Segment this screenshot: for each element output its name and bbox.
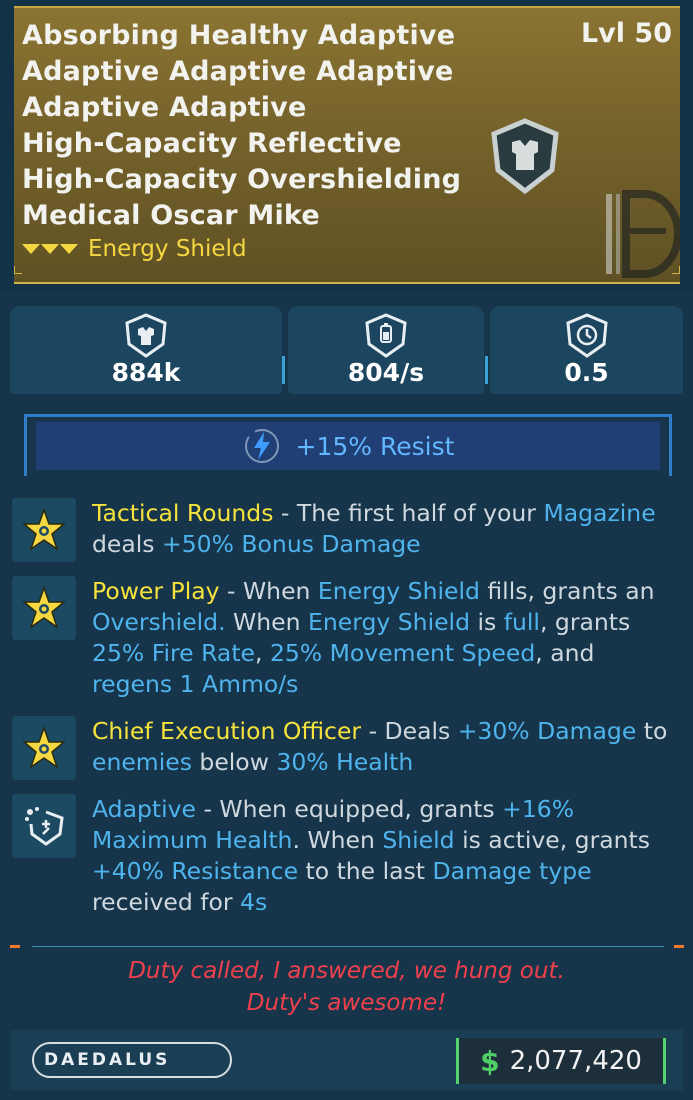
perk-keyword: +50% Bonus Damage: [162, 530, 421, 558]
item-name: Absorbing Healthy Adaptive Adaptive Adap…: [22, 18, 462, 234]
perk-description: Adaptive - When equipped, grants +16% Ma…: [92, 794, 682, 918]
perk-title: Adaptive: [92, 795, 197, 823]
stat-divider: [485, 356, 488, 384]
perk-keyword: 30% Health: [276, 748, 414, 776]
perk-text-segment: received for: [92, 888, 241, 916]
perk-text-segment: below: [191, 748, 277, 776]
stat-divider: [282, 356, 285, 384]
perk-title: Tactical Rounds: [92, 499, 274, 527]
perk-icon-frame: [12, 576, 76, 640]
perk-text-segment: - Deals: [361, 717, 458, 745]
item-name-line: Adaptive Adaptive Adaptive: [22, 56, 454, 87]
perk-keyword: Energy Shield: [308, 608, 471, 636]
rarity-chevrons-icon: [22, 244, 78, 254]
stat-recharge-delay: 0.5: [490, 306, 683, 394]
recharge-rate-icon: [365, 313, 407, 358]
stats-row: 884k 804/s 0.5: [10, 306, 683, 396]
perk-keyword: Shield: [382, 826, 455, 854]
perk-text-segment: to the last: [298, 857, 433, 885]
price-value: 2,077,420: [509, 1046, 642, 1076]
perk-keyword: +30% Damage: [457, 717, 637, 745]
perk-keyword: +40% Resistance: [92, 857, 299, 885]
perk-keyword: Energy Shield: [317, 577, 480, 605]
perk-text-segment: - When: [219, 577, 318, 605]
perk-text-segment: fills, grants an: [479, 577, 655, 605]
perk-title: Power Play: [92, 577, 220, 605]
item-price: $ 2,077,420: [456, 1038, 666, 1084]
perk-text-segment: , and: [535, 639, 595, 667]
perk-description: Tactical Rounds - The first half of your…: [92, 498, 682, 560]
star-icon: [22, 726, 66, 769]
stat-value: 884k: [111, 358, 181, 387]
perk-keyword: Magazine: [543, 499, 656, 527]
perk-keyword: 4s: [240, 888, 268, 916]
perk-text-segment: is: [470, 608, 504, 636]
stat-value: 0.5: [564, 358, 609, 387]
perk-keyword: 25% Fire Rate: [92, 639, 255, 667]
perk-text-segment: deals: [92, 530, 163, 558]
perk-keyword: Overshield.: [92, 608, 226, 636]
item-type: Energy Shield: [88, 236, 247, 262]
perk-text-segment: - When equipped, grants: [196, 795, 503, 823]
item-name-line: Medical Oscar Mike: [22, 200, 320, 231]
perk-icon-frame: [12, 716, 76, 780]
item-footer: DAEDALUS $ 2,077,420: [10, 1030, 683, 1090]
perk-text-segment: , grants: [539, 608, 631, 636]
item-name-line: High-Capacity Reflective: [22, 128, 402, 159]
currency-icon: $: [480, 1044, 500, 1078]
item-name-line: Absorbing Healthy Adaptive: [22, 20, 456, 51]
lightning-icon: [244, 429, 279, 463]
star-icon: [22, 508, 66, 551]
separator-accent: [674, 945, 684, 948]
perk-description: Chief Execution Officer - Deals +30% Dam…: [92, 716, 682, 778]
perk-text-segment: When: [225, 608, 309, 636]
perk-keyword: Damage type: [432, 857, 592, 885]
perk-keyword: full: [503, 608, 540, 636]
perk-chief-execution-officer: Chief Execution Officer - Deals +30% Dam…: [12, 716, 680, 784]
corner-mark-icon: [672, 266, 680, 274]
item-name-line: High-Capacity Overshielding: [22, 164, 462, 195]
stat-value: 804/s: [347, 358, 425, 387]
perk-icon-frame: [12, 498, 76, 562]
perk-text-segment: is active, grants: [454, 826, 651, 854]
resist-text: +15% Resist: [295, 431, 455, 461]
corner-mark-icon: [14, 266, 22, 274]
separator-accent: [10, 945, 20, 948]
stat-capacity: 884k: [10, 306, 282, 394]
manufacturer-logo: DAEDALUS: [32, 1042, 232, 1078]
item-level: Lvl 50: [580, 18, 672, 49]
perk-keyword: 25% Movement Speed: [269, 639, 536, 667]
perk-text-segment: to: [636, 717, 668, 745]
item-title-panel: Absorbing Healthy Adaptive Adaptive Adap…: [14, 6, 680, 284]
separator-line: [32, 946, 664, 947]
resist-banner: +15% Resist: [36, 422, 660, 470]
adaptive-shield-icon: [25, 807, 64, 846]
perk-text-segment: . When: [292, 826, 383, 854]
perk-keyword: regens 1 Ammo/s: [92, 670, 299, 698]
item-rarity: Energy Shield: [22, 236, 247, 262]
daedalus-logo-watermark: [606, 190, 680, 278]
perk-description: Power Play - When Energy Shield fills, g…: [92, 576, 682, 700]
perk-title: Chief Execution Officer: [92, 717, 362, 745]
flavor-text-line: Duty's awesome!: [246, 990, 447, 1016]
perk-tactical-rounds: Tactical Rounds - The first half of your…: [12, 498, 680, 566]
energy-shield-icon: [491, 118, 559, 194]
stat-recharge-rate: 804/s: [288, 306, 484, 394]
shield-capacity-icon: [125, 313, 167, 358]
item-header: Absorbing Healthy Adaptive Adaptive Adap…: [0, 0, 693, 290]
perk-text-segment: - The first half of your: [273, 499, 544, 527]
flavor-text-line: Duty called, I answered, we hung out.: [128, 958, 565, 984]
perk-adaptive: Adaptive - When equipped, grants +16% Ma…: [12, 794, 680, 924]
perk-text-segment: ,: [255, 639, 270, 667]
recharge-delay-icon: [565, 313, 608, 358]
perk-icon-frame: [12, 794, 76, 858]
item-name-line: Adaptive Adaptive: [22, 92, 307, 123]
perk-keyword: enemies: [92, 748, 192, 776]
star-icon: [22, 586, 66, 629]
perk-power-play: Power Play - When Energy Shield fills, g…: [12, 576, 680, 704]
